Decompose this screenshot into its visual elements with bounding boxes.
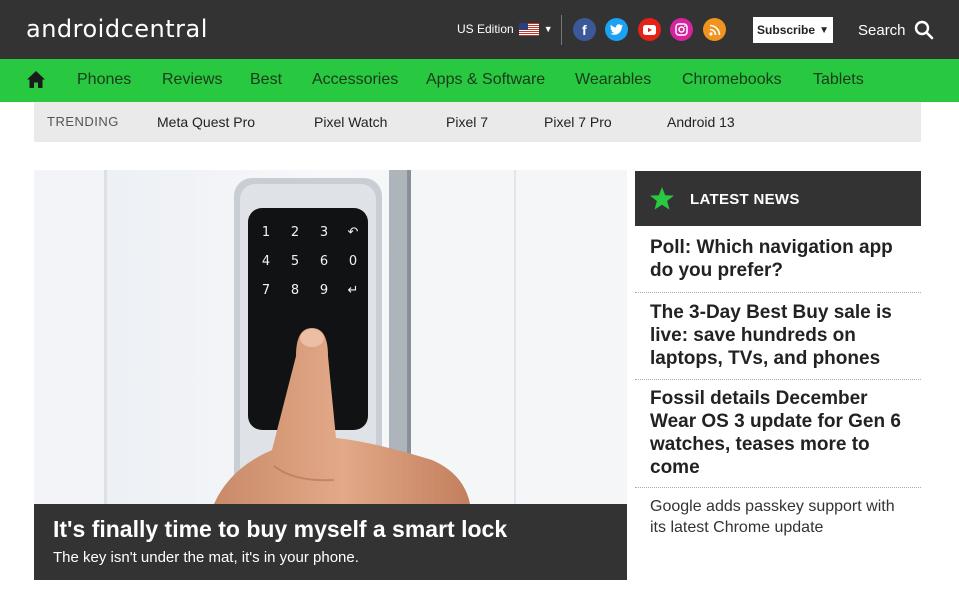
subscribe-label: Subscribe	[757, 23, 816, 37]
latest-news-header: LATEST NEWS	[635, 171, 921, 226]
chevron-down-icon: ▼	[543, 24, 553, 34]
news-item[interactable]: Google adds passkey support with its lat…	[650, 496, 912, 538]
news-item[interactable]: Fossil details December Wear OS 3 update…	[650, 387, 912, 479]
keypad-key: ↵	[348, 283, 359, 298]
subscribe-button[interactable]: Subscribe ▼	[753, 17, 833, 43]
divider	[635, 487, 921, 488]
nav-item-accessories[interactable]: Accessories	[312, 71, 398, 89]
keypad-key: 3	[320, 225, 328, 240]
news-item[interactable]: Poll: Which navigation app do you prefer…	[650, 236, 912, 282]
nav-item-chromebooks[interactable]: Chromebooks	[682, 71, 782, 89]
keypad-key: 0	[349, 254, 357, 269]
search-button[interactable]: Search	[858, 20, 934, 40]
home-icon[interactable]	[26, 70, 46, 89]
hero-subtitle: The key isn't under the mat, it's in you…	[53, 549, 359, 566]
hero-caption: It's finally time to buy myself a smart …	[34, 504, 627, 580]
hero-title[interactable]: It's finally time to buy myself a smart …	[53, 516, 507, 543]
keypad-key: 6	[320, 254, 328, 269]
trending-link[interactable]: Android 13	[667, 114, 735, 130]
main-nav: Phones Reviews Best Accessories Apps & S…	[0, 59, 959, 102]
search-icon	[914, 20, 933, 40]
latest-news-title: LATEST NEWS	[690, 191, 800, 208]
keypad-key: 1	[262, 225, 270, 240]
rss-icon[interactable]	[703, 18, 726, 41]
keypad-key: 9	[320, 283, 328, 298]
chevron-down-icon: ▼	[819, 24, 829, 36]
us-flag-icon	[518, 22, 539, 36]
nav-item-wearables[interactable]: Wearables	[575, 71, 651, 89]
facebook-icon[interactable]: f	[573, 18, 596, 41]
edition-label: US Edition	[457, 22, 514, 36]
keypad-key: 7	[262, 283, 270, 298]
nav-item-reviews[interactable]: Reviews	[162, 71, 222, 89]
keypad-key: 8	[291, 283, 299, 298]
divider	[561, 15, 562, 45]
star-icon	[650, 187, 674, 210]
keypad-key: ↶	[348, 225, 359, 240]
trending-bar: TRENDING Meta Quest Pro Pixel Watch Pixe…	[34, 102, 921, 142]
nav-item-phones[interactable]: Phones	[77, 71, 131, 89]
trending-link[interactable]: Pixel 7	[446, 114, 488, 130]
svg-text:f: f	[582, 23, 587, 37]
instagram-icon[interactable]	[670, 18, 693, 41]
hero-image: 1 2 3 ↶ 4 5 6 0 7 8 9 ↵	[34, 170, 627, 504]
search-label: Search	[858, 21, 906, 39]
trending-link[interactable]: Pixel 7 Pro	[544, 114, 612, 130]
trending-link[interactable]: Pixel Watch	[314, 114, 387, 130]
hero-article[interactable]: 1 2 3 ↶ 4 5 6 0 7 8 9 ↵ It's finally time to buy my…	[34, 170, 627, 580]
trending-label: TRENDING	[47, 114, 119, 129]
nav-item-best[interactable]: Best	[250, 71, 282, 89]
divider	[635, 379, 921, 380]
news-item[interactable]: The 3-Day Best Buy sale is live: save hu…	[650, 301, 912, 370]
keypad-key: 5	[291, 254, 299, 269]
site-logo[interactable]: androidcentral	[26, 15, 208, 43]
edition-selector[interactable]: US Edition ▼	[457, 22, 553, 36]
keypad-key: 2	[291, 225, 299, 240]
twitter-icon[interactable]	[605, 18, 628, 41]
nav-item-apps-software[interactable]: Apps & Software	[426, 71, 545, 89]
trending-link[interactable]: Meta Quest Pro	[157, 114, 255, 130]
nav-item-tablets[interactable]: Tablets	[813, 71, 864, 89]
youtube-icon[interactable]	[638, 18, 661, 41]
divider	[635, 292, 921, 293]
top-bar: androidcentral US Edition ▼ f Subscribe …	[0, 0, 959, 59]
keypad-key: 4	[262, 254, 270, 269]
